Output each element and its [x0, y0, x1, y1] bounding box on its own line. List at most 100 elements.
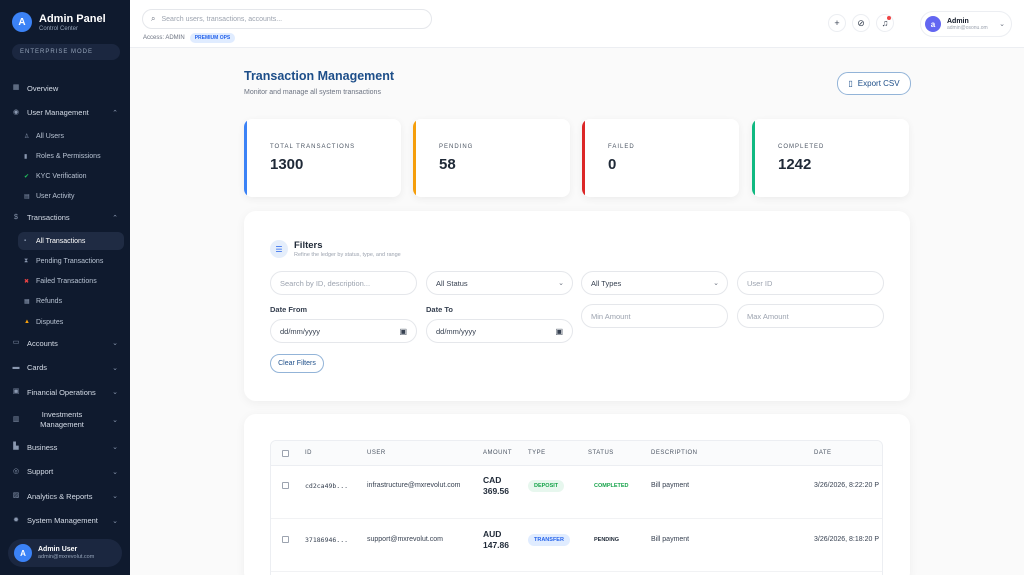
calendar-icon: ▣ — [555, 326, 563, 336]
date-value: dd/mm/yyyy — [280, 326, 321, 336]
export-csv-button[interactable]: ▯ Export CSV — [837, 72, 911, 95]
sidebar-subitem-all-users[interactable]: ♙ All Users — [18, 127, 124, 145]
stat-card-pending: PENDING 58 — [413, 119, 570, 197]
sidebar-item-business[interactable]: ▙ Business ⌄ — [0, 437, 130, 457]
building-icon: ▙ — [13, 443, 19, 451]
gear-icon: ✹ — [13, 516, 19, 524]
sidebar-item-transactions[interactable]: $ Transactions ⌃ — [0, 208, 130, 228]
sidebar-subitem-label: KYC Verification — [36, 172, 87, 180]
filters-card: ☰ Filters Refine the ledger by status, t… — [244, 211, 910, 401]
sidebar-user[interactable]: A Admin User admin@mxrevolut.com — [8, 539, 122, 567]
select-all-checkbox[interactable] — [282, 450, 289, 457]
sidebar-subitem-label: Pending Transactions — [36, 257, 104, 265]
sidebar-item-overview[interactable]: ▦ Overview — [0, 78, 130, 98]
sidebar-subitem-failed-transactions[interactable]: ✖ Failed Transactions — [18, 273, 124, 291]
stat-value: 1242 — [778, 156, 812, 173]
stat-value: 0 — [608, 156, 617, 173]
refund-icon: ▦ — [24, 299, 30, 306]
chevron-down-icon: ⌄ — [112, 444, 118, 452]
type-select[interactable]: All Types ⌄ — [581, 271, 728, 295]
bell-icon[interactable]: ♫ — [876, 14, 894, 32]
col-user: USER — [367, 450, 386, 456]
stat-accent — [582, 119, 585, 197]
sidebar-subitem-roles[interactable]: ▮ Roles & Permissions — [18, 147, 124, 165]
sidebar-item-analytics[interactable]: ▨ Analytics & Reports ⌄ — [0, 486, 130, 506]
brand-subtitle: Control Center — [39, 25, 79, 32]
sidebar-subitem-user-activity[interactable]: ▤ User Activity — [18, 188, 124, 206]
sidebar-subitem-refunds[interactable]: ▦ Refunds — [18, 293, 124, 311]
chevron-down-icon: ⌄ — [112, 517, 118, 525]
sidebar-item-cards[interactable]: ▬ Cards ⌄ — [0, 358, 130, 378]
status-select[interactable]: All Status ⌄ — [426, 271, 573, 295]
table-row[interactable]: 37186946... support@mxrevolut.com AUD 14… — [271, 519, 882, 572]
avatar: a — [925, 16, 941, 32]
stat-label: COMPLETED — [778, 144, 825, 150]
premium-badge: PREMIUM OPS — [189, 33, 236, 43]
chart-icon: ▮ — [24, 153, 28, 160]
sidebar-item-label: Business — [27, 442, 58, 452]
search-input[interactable]: ⌕ Search users, transactions, accounts..… — [142, 9, 432, 29]
grid-icon: ▦ — [12, 84, 20, 91]
stat-accent — [244, 119, 247, 197]
file-icon: ▯ — [848, 79, 853, 88]
mode-pill: ENTERPRISE MODE — [12, 44, 120, 60]
check-circle-icon[interactable]: ⊘ — [852, 14, 870, 32]
transactions-table: ID USER AMOUNT TYPE STATUS DESCRIPTION D… — [270, 440, 883, 575]
cell-date: 3/26/2026, 8:22:20 P — [814, 482, 879, 489]
date-to-input[interactable]: dd/mm/yyyy ▣ — [426, 319, 573, 343]
row-checkbox[interactable] — [282, 536, 289, 543]
warning-icon: ▲ — [24, 319, 30, 325]
selected-value: All Status — [436, 278, 468, 288]
analytics-icon: ▨ — [12, 492, 20, 500]
search-id-input[interactable]: Search by ID, description... — [270, 271, 417, 295]
user-email: admin@mxrevolut.com — [38, 554, 95, 560]
status-badge: COMPLETED — [588, 480, 635, 492]
chevron-down-icon: ⌄ — [112, 416, 118, 424]
sidebar-subitem-disputes[interactable]: ▲ Disputes — [18, 313, 124, 331]
user-menu[interactable]: a Admin admin@osonu.om ⌄ — [920, 11, 1012, 37]
sidebar-item-investments[interactable]: ▥ Investments Management ⌄ — [0, 407, 130, 433]
status-badge: PENDING — [588, 534, 626, 546]
stat-accent — [752, 119, 755, 197]
filters-title: Filters — [294, 240, 323, 251]
chevron-down-icon: ⌄ — [112, 468, 118, 476]
sidebar-subitem-all-transactions[interactable]: ▪ All Transactions — [18, 232, 124, 251]
col-description: DESCRIPTION — [651, 450, 698, 456]
sidebar-item-financial-operations[interactable]: ▣ Financial Operations ⌄ — [0, 382, 130, 402]
topbar: ⌕ Search users, transactions, accounts..… — [130, 0, 1024, 48]
clear-filters-button[interactable]: Clear Filters — [270, 354, 324, 373]
brand-title: Admin Panel — [39, 12, 106, 25]
sidebar-item-accounts[interactable]: ▭ Accounts ⌄ — [0, 333, 130, 353]
row-checkbox[interactable] — [282, 482, 289, 489]
sidebar-item-label: Financial Operations — [27, 387, 96, 397]
max-amount-input[interactable]: Max Amount — [737, 304, 884, 328]
table-row[interactable]: cd2ca49b... infrastructure@mxrevolut.com… — [271, 466, 882, 519]
sidebar-item-label: Transactions — [27, 213, 70, 223]
user-email: admin@osonu.om — [947, 24, 988, 31]
cell-user: support@mxrevolut.com — [367, 536, 443, 543]
user-icon: ♙ — [24, 133, 30, 140]
sidebar-item-system[interactable]: ✹ System Management ⌄ — [0, 511, 130, 531]
headset-icon: ◎ — [12, 467, 20, 475]
col-id: ID — [305, 450, 312, 456]
date-from-input[interactable]: dd/mm/yyyy ▣ — [270, 319, 417, 343]
min-amount-input[interactable]: Min Amount — [581, 304, 728, 328]
stat-accent — [413, 119, 416, 197]
sidebar-subitem-kyc[interactable]: ✔ KYC Verification — [18, 167, 124, 185]
amount: 369.56 — [483, 486, 509, 496]
plus-icon[interactable]: + — [828, 14, 846, 32]
sidebar-item-label: Overview — [27, 83, 59, 93]
sidebar-item-user-management[interactable]: ◉ User Management ⌃ — [0, 103, 130, 123]
sidebar-item-label: User Management — [27, 108, 89, 117]
date-from-label: Date From — [270, 305, 308, 314]
cell-id: cd2ca49b... — [305, 482, 349, 490]
stat-label: PENDING — [439, 144, 474, 150]
sidebar-item-label: Accounts — [27, 338, 58, 348]
sidebar-subitem-pending-transactions[interactable]: ⧗ Pending Transactions — [18, 252, 124, 270]
user-id-input[interactable]: User ID — [737, 271, 884, 295]
type-badge: TRANSFER — [528, 534, 570, 546]
chevron-down-icon: ⌄ — [713, 280, 719, 287]
table-header: ID USER AMOUNT TYPE STATUS DESCRIPTION D… — [271, 441, 882, 466]
chevron-up-icon: ⌃ — [112, 214, 118, 222]
sidebar-item-support[interactable]: ◎ Support ⌄ — [0, 462, 130, 482]
